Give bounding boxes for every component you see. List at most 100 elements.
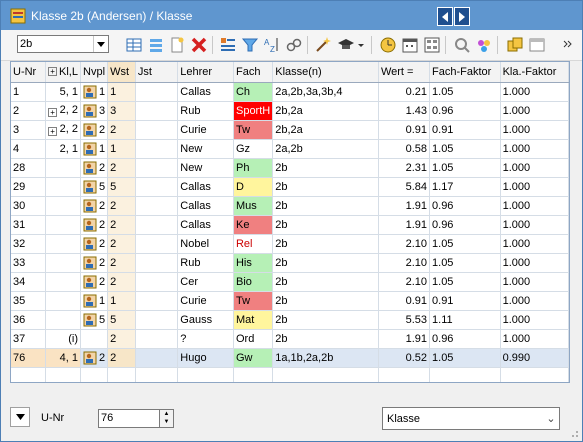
col-header-fach-faktor[interactable]: Fach-Faktor xyxy=(429,62,501,83)
cell-unr[interactable]: 3 xyxy=(11,120,47,140)
cell-jst[interactable] xyxy=(135,310,179,330)
cell-kla-faktor[interactable]: 1.000 xyxy=(500,158,569,178)
cell-nvpl[interactable]: 1 xyxy=(80,82,109,102)
table-row[interactable]: 1 5, 1 1 1 Callas Ch 2a,2b,3a,3b,4 0.21 1.05 1.00… xyxy=(11,82,569,102)
cell-fach-faktor[interactable]: 1.11 xyxy=(429,310,501,330)
table-row[interactable]: 35 1 1 Curie Tw 2b 0.91 0.91 1.000 xyxy=(11,291,569,311)
cell-kla-faktor[interactable]: 1.000 xyxy=(500,120,569,140)
cell-kla-faktor[interactable]: 0.990 xyxy=(500,348,569,368)
cell-fach-faktor[interactable]: 0.91 xyxy=(429,291,501,311)
cell-wst[interactable]: 2 xyxy=(107,329,136,349)
cell-fach[interactable]: Mus xyxy=(233,196,274,216)
cell-fach[interactable]: Tw xyxy=(233,120,274,140)
cell-kl[interactable]: 5, 1 xyxy=(45,82,82,102)
cell-lehrer[interactable]: Hugo xyxy=(177,348,234,368)
cell-wert[interactable]: 0.91 xyxy=(378,291,431,311)
unr-input[interactable]: 76 xyxy=(98,409,160,428)
link-icon[interactable] xyxy=(285,36,303,54)
cell-fach[interactable]: Bio xyxy=(233,272,274,292)
col-header-fach[interactable]: Fach xyxy=(233,62,274,83)
view-select[interactable]: Klasse ⌄ xyxy=(382,407,560,430)
table-row[interactable]: 4 2, 1 1 1 New Gz 2a,2b 0.58 1.05 1.000 xyxy=(11,139,569,159)
cell-fach[interactable]: Mat xyxy=(233,310,274,330)
cell-wst[interactable]: 5 xyxy=(107,310,136,330)
cell-wert[interactable]: 2.10 xyxy=(378,253,431,273)
cell-klassen[interactable]: 2b xyxy=(272,329,379,349)
cell-fach[interactable]: SportH xyxy=(233,101,274,121)
cell-wert[interactable]: 0.21 xyxy=(378,82,431,102)
cell-jst[interactable] xyxy=(135,139,179,159)
cell-klassen[interactable]: 2a,2b xyxy=(272,139,379,159)
cell-fach-faktor[interactable]: 1.05 xyxy=(429,348,501,368)
cell-nvpl[interactable]: 2 xyxy=(80,272,109,292)
cell-kla-faktor[interactable]: 1.000 xyxy=(500,272,569,292)
cell-jst[interactable] xyxy=(135,348,179,368)
sort-icon[interactable]: AZ xyxy=(263,36,281,54)
chevron-down-icon[interactable]: ⌄ xyxy=(543,412,559,425)
cell-wert[interactable]: 0.58 xyxy=(378,139,431,159)
cell-fach-faktor[interactable]: 0.96 xyxy=(429,196,501,216)
cell-unr[interactable]: 29 xyxy=(11,177,47,197)
cell-jst[interactable] xyxy=(135,234,179,254)
cell-lehrer[interactable]: Curie xyxy=(177,120,234,140)
people-icon[interactable] xyxy=(475,36,493,54)
cell-jst[interactable] xyxy=(135,82,179,102)
cell-wert[interactable]: 0.52 xyxy=(378,348,431,368)
filter-icon[interactable] xyxy=(241,36,259,54)
cell-lehrer[interactable]: Cer xyxy=(177,272,234,292)
table-row[interactable]: 3 +2, 2 2 2 Curie Tw 2b,2a 0.91 0.91 1.000 xyxy=(11,120,569,140)
cell-klassen[interactable]: 2b xyxy=(272,196,379,216)
cell-nvpl[interactable]: 2 xyxy=(80,120,109,140)
overflow-chevron-icon[interactable] xyxy=(562,36,574,54)
cell-kla-faktor[interactable]: 1.000 xyxy=(500,139,569,159)
new-document-icon[interactable] xyxy=(168,36,186,54)
col-header-wert[interactable]: Wert = xyxy=(378,62,431,83)
cell-jst[interactable] xyxy=(135,177,179,197)
graduation-cap-icon[interactable] xyxy=(337,36,355,54)
cell-kl[interactable]: +2, 2 xyxy=(45,120,82,140)
cell-wst[interactable]: 2 xyxy=(107,158,136,178)
resize-grip-icon[interactable] xyxy=(569,428,579,438)
cell-kla-faktor[interactable]: 1.000 xyxy=(500,215,569,235)
new-row-icon[interactable] xyxy=(125,36,143,54)
cell-kla-faktor[interactable]: 1.000 xyxy=(500,82,569,102)
cell-fach-faktor[interactable]: 1.05 xyxy=(429,234,501,254)
cell-fach-faktor[interactable]: 1.05 xyxy=(429,158,501,178)
table-row[interactable]: 30 2 2 Callas Mus 2b 1.91 0.96 1.000 xyxy=(11,196,569,216)
cell-kl[interactable] xyxy=(45,234,82,254)
col-header-lehrer[interactable]: Lehrer xyxy=(177,62,234,83)
col-header-kla-faktor[interactable]: Kla.-Faktor xyxy=(500,62,569,83)
cell-kla-faktor[interactable]: 1.000 xyxy=(500,253,569,273)
cell-nvpl[interactable]: 3 xyxy=(80,101,109,121)
cell-klassen[interactable]: 2b xyxy=(272,272,379,292)
cell-kl[interactable] xyxy=(45,177,82,197)
list-icon[interactable] xyxy=(147,36,165,54)
cell-klassen[interactable]: 2b,2a xyxy=(272,120,379,140)
col-header-klassen[interactable]: Klasse(n) xyxy=(272,62,379,83)
wand-icon[interactable] xyxy=(314,36,332,54)
cell-klassen[interactable]: 2b xyxy=(272,158,379,178)
table-row[interactable]: 36 5 5 Gauss Mat 2b 5.53 1.11 1.000 xyxy=(11,310,569,330)
cell-jst[interactable] xyxy=(135,272,179,292)
cell-fach-faktor[interactable]: 1.17 xyxy=(429,177,501,197)
cell-fach-faktor[interactable]: 0.96 xyxy=(429,215,501,235)
table-row[interactable]: 34 2 2 Cer Bio 2b 2.10 1.05 1.000 xyxy=(11,272,569,292)
cell-wert[interactable]: 1.91 xyxy=(378,215,431,235)
zoom-icon[interactable] xyxy=(453,36,471,54)
cell-klassen[interactable]: 2b xyxy=(272,234,379,254)
chevron-down-icon[interactable] xyxy=(93,36,108,52)
cell-unr[interactable]: 28 xyxy=(11,158,47,178)
cell-fach[interactable]: Gw xyxy=(233,348,274,368)
cell-unr[interactable]: 34 xyxy=(11,272,47,292)
cell-lehrer[interactable]: New xyxy=(177,139,234,159)
cell-nvpl[interactable]: 2 xyxy=(80,196,109,216)
col-header-wst[interactable]: Wst xyxy=(107,62,136,83)
cell-fach-faktor[interactable]: 0.96 xyxy=(429,329,501,349)
cell-kl[interactable]: 4, 1 xyxy=(45,348,82,368)
table-row[interactable]: 29 5 5 Callas D 2b 5.84 1.17 1.000 xyxy=(11,177,569,197)
lesson-grid[interactable]: U-Nr + Kl,L Nvpl Wst Jst Lehrer Fach Klas… xyxy=(10,61,570,383)
cell-kla-faktor[interactable]: 1.000 xyxy=(500,310,569,330)
cell-unr[interactable]: 36 xyxy=(11,310,47,330)
grid-settings-icon[interactable] xyxy=(423,36,441,54)
table-row[interactable]: 33 2 2 Rub His 2b 2.10 1.05 1.000 xyxy=(11,253,569,273)
